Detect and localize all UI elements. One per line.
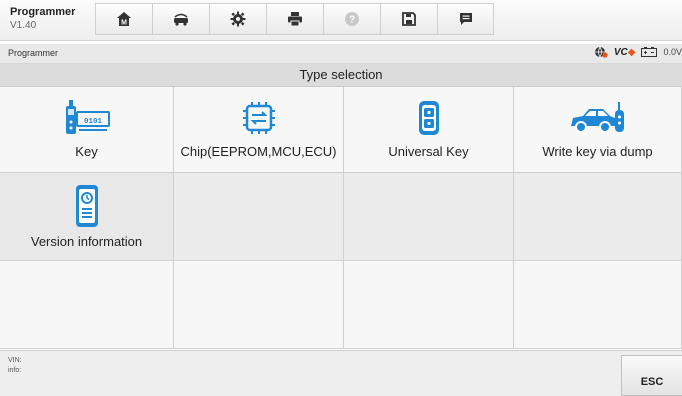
car-key-icon [570, 102, 624, 133]
svg-text:M: M [121, 20, 127, 27]
tile-version-information[interactable]: Version information [0, 173, 174, 261]
page-title: Type selection [299, 67, 383, 82]
empty-tile [514, 173, 682, 261]
vci-status: VC◆ [614, 47, 636, 58]
chip-icon [242, 102, 275, 134]
vehicle-swap-button[interactable] [152, 3, 209, 35]
esc-button[interactable]: ESC [621, 355, 682, 396]
tile-write-key-via-dump[interactable]: Write key via dump [514, 87, 682, 173]
help-button[interactable]: ? [323, 3, 380, 35]
version-device-icon [75, 185, 98, 227]
tile-key[interactable]: 0101 Key [0, 87, 174, 173]
app-version: V1.40 [10, 20, 37, 31]
vci-disconnected-icon: ◆ [627, 46, 636, 58]
tile-chip[interactable]: Chip(EEPROM,MCU,ECU) [174, 87, 344, 173]
page-header: Type selection [0, 64, 682, 87]
voltage-readout: 0.0V [663, 47, 682, 57]
type-selection-grid: 0101 Key Chip(EEPROM,MCU,ECU) Universal … [0, 87, 682, 349]
empty-tile [174, 173, 344, 261]
universal-key-icon [418, 101, 439, 135]
save-button[interactable] [380, 3, 437, 35]
message-button[interactable] [437, 3, 494, 35]
vin-label: VIN: [8, 357, 22, 364]
vehicle-swap-icon [174, 13, 188, 26]
tile-version-label: Version information [30, 234, 143, 249]
save-icon [402, 12, 416, 26]
tile-universal-key-label: Universal Key [388, 144, 469, 159]
empty-tile [0, 261, 174, 349]
vci-label: VC [613, 46, 628, 58]
tile-chip-label: Chip(EEPROM,MCU,ECU) [180, 144, 337, 159]
empty-tile [344, 173, 514, 261]
help-icon: ? [345, 12, 359, 26]
breadcrumb-text: Programmer [8, 48, 59, 58]
empty-tile [344, 261, 514, 349]
tile-write-key-label: Write key via dump [542, 144, 653, 159]
network-status-icon [594, 46, 608, 58]
status-area: VC◆ 0.0V [594, 46, 682, 58]
toolbar-buttons: M ? [95, 3, 494, 35]
empty-tile [514, 261, 682, 349]
battery-icon [641, 47, 658, 57]
tile-key-label: Key [75, 144, 98, 159]
svg-text:?: ? [349, 15, 355, 26]
tile-universal-key[interactable]: Universal Key [344, 87, 514, 173]
key-programmer-icon: 0101 [65, 100, 110, 134]
settings-button[interactable] [209, 3, 266, 35]
home-button[interactable]: M [95, 3, 152, 35]
printer-icon [288, 12, 302, 27]
home-icon: M [117, 12, 131, 27]
message-icon [459, 13, 472, 25]
print-button[interactable] [266, 3, 323, 35]
info-label: info: [8, 367, 22, 374]
breadcrumb: Programmer VC◆ 0.0V [0, 44, 682, 64]
app-title: Programmer [10, 6, 76, 18]
svg-text:0101: 0101 [83, 118, 102, 126]
gear-icon [230, 11, 246, 27]
bottom-info-bar: VIN: info: ESC [0, 350, 682, 396]
empty-tile [174, 261, 344, 349]
top-toolbar: Programmer V1.40 M ? [0, 0, 682, 41]
